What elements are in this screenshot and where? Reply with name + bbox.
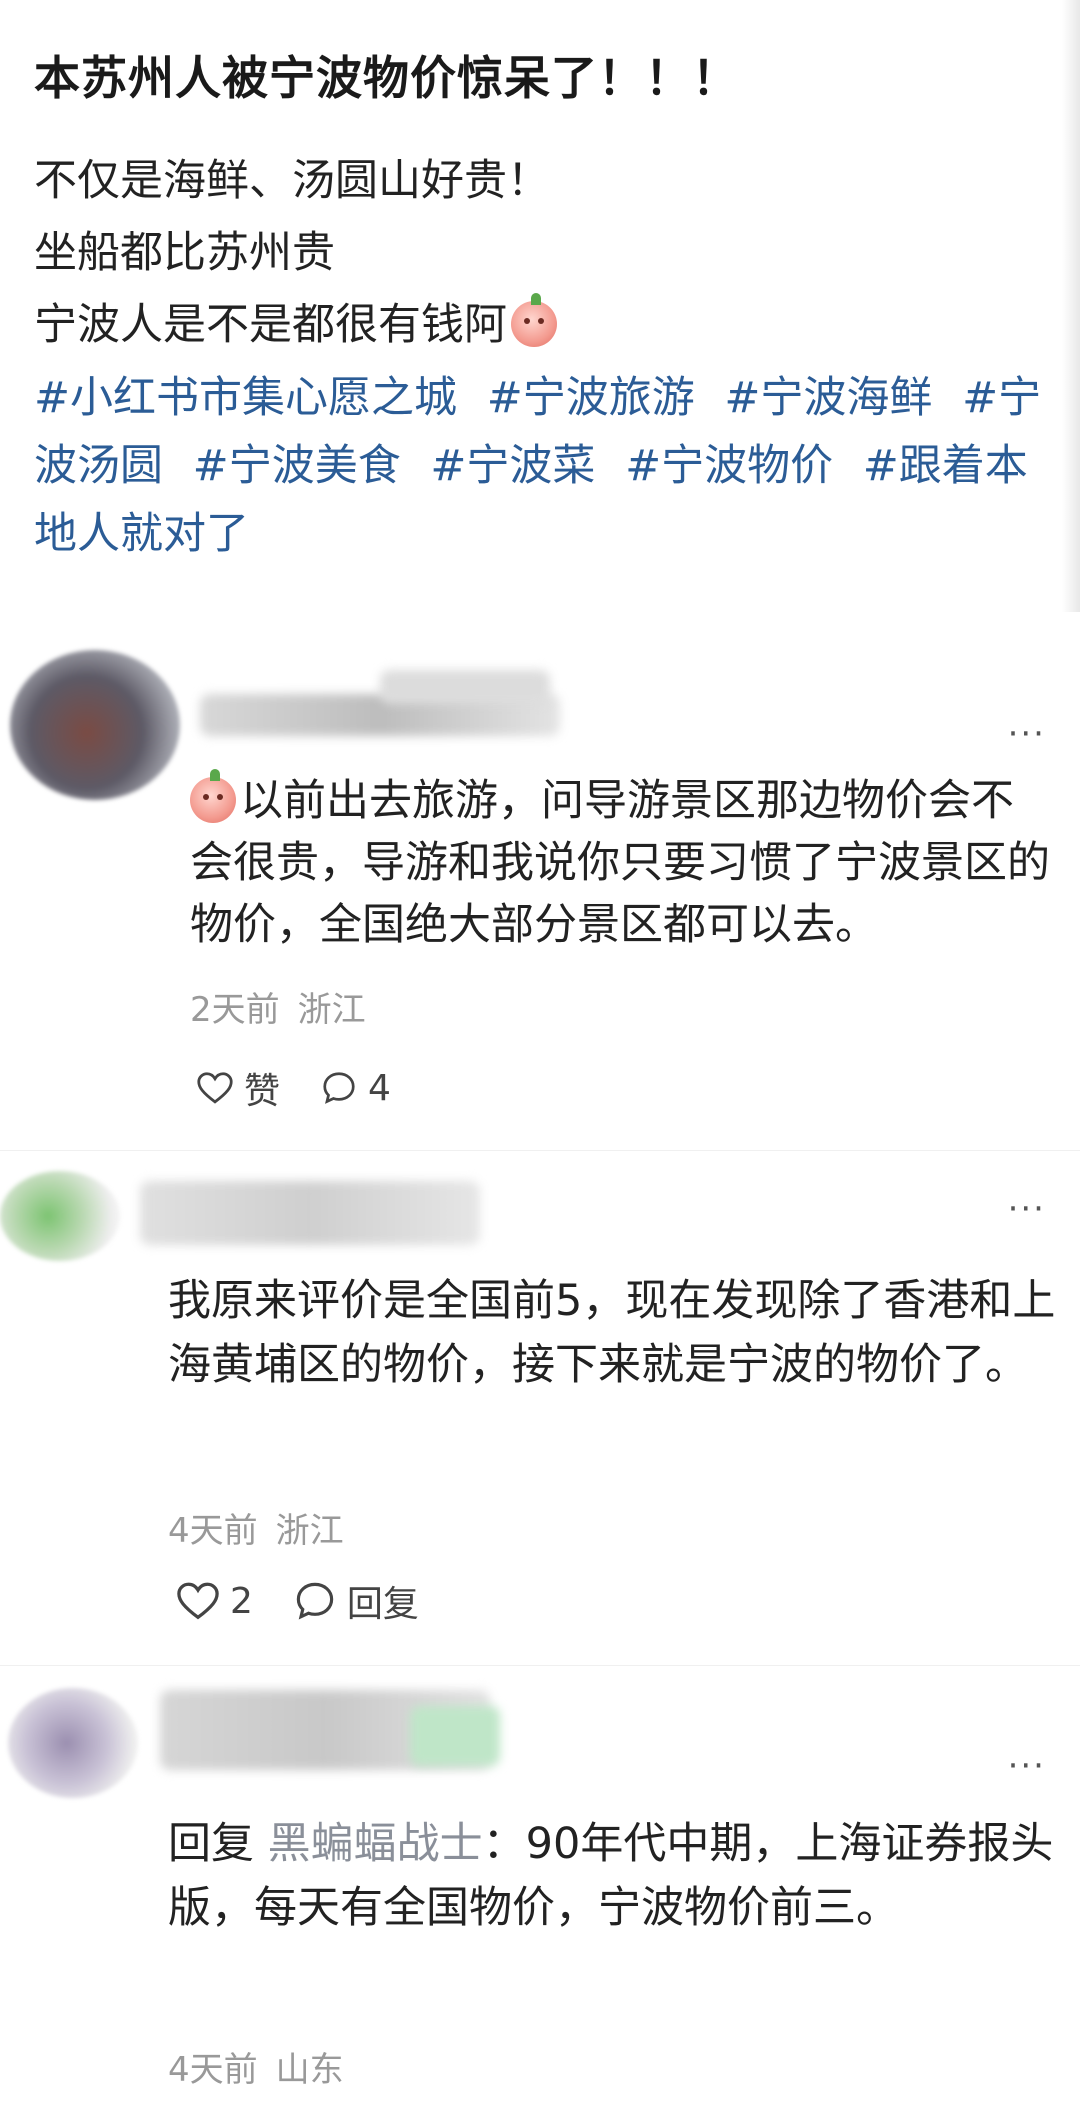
- avatar[interactable]: [0, 1171, 120, 1261]
- like-label: 赞: [244, 1071, 281, 1112]
- reply-to-username[interactable]: 黑蝙蝠战士: [268, 1819, 483, 1869]
- scroll-shadow: [1062, 0, 1080, 612]
- comment-location: 山东: [275, 2050, 344, 2090]
- comment-text: 以前出去旅游，问导游景区那边物价会不会很贵，导游和我说你只要习惯了宁波景区的物价…: [190, 769, 1050, 956]
- hashtag[interactable]: #宁波物价: [625, 441, 833, 491]
- like-count: 2: [230, 1580, 253, 1622]
- comment-time: 4天前: [168, 2050, 258, 2090]
- hashtag[interactable]: #小红书市集心愿之城: [34, 373, 457, 423]
- heart-icon: [197, 1072, 233, 1104]
- like-button[interactable]: 赞: [196, 1062, 280, 1114]
- reply-prefix: 回复: [168, 1819, 254, 1869]
- comment-icon: [323, 1072, 355, 1104]
- comment-text: 回复 黑蝙蝠战士：90年代中期，上海证券报头版，每天有全国物价，宁波物价前三。: [168, 1812, 1058, 1940]
- emoji-icon: [511, 293, 557, 347]
- hashtag[interactable]: #宁波美食: [193, 441, 401, 491]
- post-line-3-text: 宁波人是不是都很有钱阿: [34, 300, 507, 350]
- more-icon[interactable]: ···: [1008, 714, 1046, 754]
- comment-meta: 2天前 浙江: [190, 982, 366, 1031]
- like-button[interactable]: 2: [176, 1581, 253, 1622]
- post-line-3: 宁波人是不是都很有钱阿: [34, 290, 557, 352]
- post-line-1: 不仅是海鲜、汤圆山好贵！: [34, 156, 550, 206]
- more-icon[interactable]: ···: [1008, 1746, 1046, 1786]
- post-title: 本苏州人被宁波物价惊呆了！！！: [34, 51, 739, 105]
- avatar[interactable]: [10, 650, 180, 800]
- comment-meta: 4天前 山东: [168, 2042, 344, 2091]
- post-line-2: 坐船都比苏州贵: [34, 228, 335, 278]
- post-card: 本苏州人被宁波物价惊呆了！！！ 不仅是海鲜、汤圆山好贵！ 坐船都比苏州贵 宁波人…: [0, 0, 1080, 612]
- comment-text: 我原来评价是全国前5，现在发现除了香港和上海黄埔区的物价，接下来就是宁波的物价了…: [168, 1276, 1056, 1390]
- reply-button[interactable]: 4: [320, 1068, 391, 1109]
- hashtag[interactable]: #宁波菜: [430, 441, 595, 491]
- comment-item: ··· 以前出去旅游，问导游景区那边物价会不会很贵，导游和我说你只要习惯了宁波景…: [0, 630, 1080, 1150]
- heart-icon: [177, 1582, 219, 1620]
- avatar[interactable]: [8, 1688, 138, 1798]
- comment-actions: 2 回复: [176, 1575, 459, 1627]
- reply-count: 4: [368, 1067, 391, 1109]
- comment-actions: 赞 4: [196, 1062, 431, 1114]
- comment-item: ··· 回复 黑蝙蝠战士：90年代中期，上海证券报头版，每天有全国物价，宁波物价…: [0, 1665, 1080, 2115]
- hashtag[interactable]: #宁波海鲜: [724, 373, 932, 423]
- comment-icon: [296, 1582, 334, 1620]
- comment-location: 浙江: [275, 1511, 344, 1551]
- username-badge-blurred: [410, 1706, 500, 1766]
- comment-time: 4天前: [168, 1511, 258, 1551]
- comment-time: 2天前: [190, 990, 280, 1030]
- reply-label: 回复: [346, 1584, 419, 1625]
- username-blurred[interactable]: [140, 1181, 480, 1245]
- comment-meta: 4天前 浙江: [168, 1503, 344, 1552]
- more-icon[interactable]: ···: [1008, 1189, 1046, 1229]
- comment-location: 浙江: [297, 990, 366, 1030]
- reply-button[interactable]: 回复: [293, 1575, 419, 1627]
- comment-item: ··· 我原来评价是全国前5，现在发现除了香港和上海黄埔区的物价，接下来就是宁波…: [0, 1150, 1080, 1666]
- emoji-icon: [190, 769, 236, 823]
- hashtag-list: #小红书市集心愿之城 #宁波旅游 #宁波海鲜 #宁波汤圆 #宁波美食 #宁波菜 …: [34, 364, 1044, 568]
- comment-text-body: 以前出去旅游，问导游景区那边物价会不会很贵，导游和我说你只要习惯了宁波景区的物价…: [190, 776, 1050, 950]
- username-blurred-2: [380, 670, 550, 704]
- hashtag[interactable]: #宁波旅游: [487, 373, 695, 423]
